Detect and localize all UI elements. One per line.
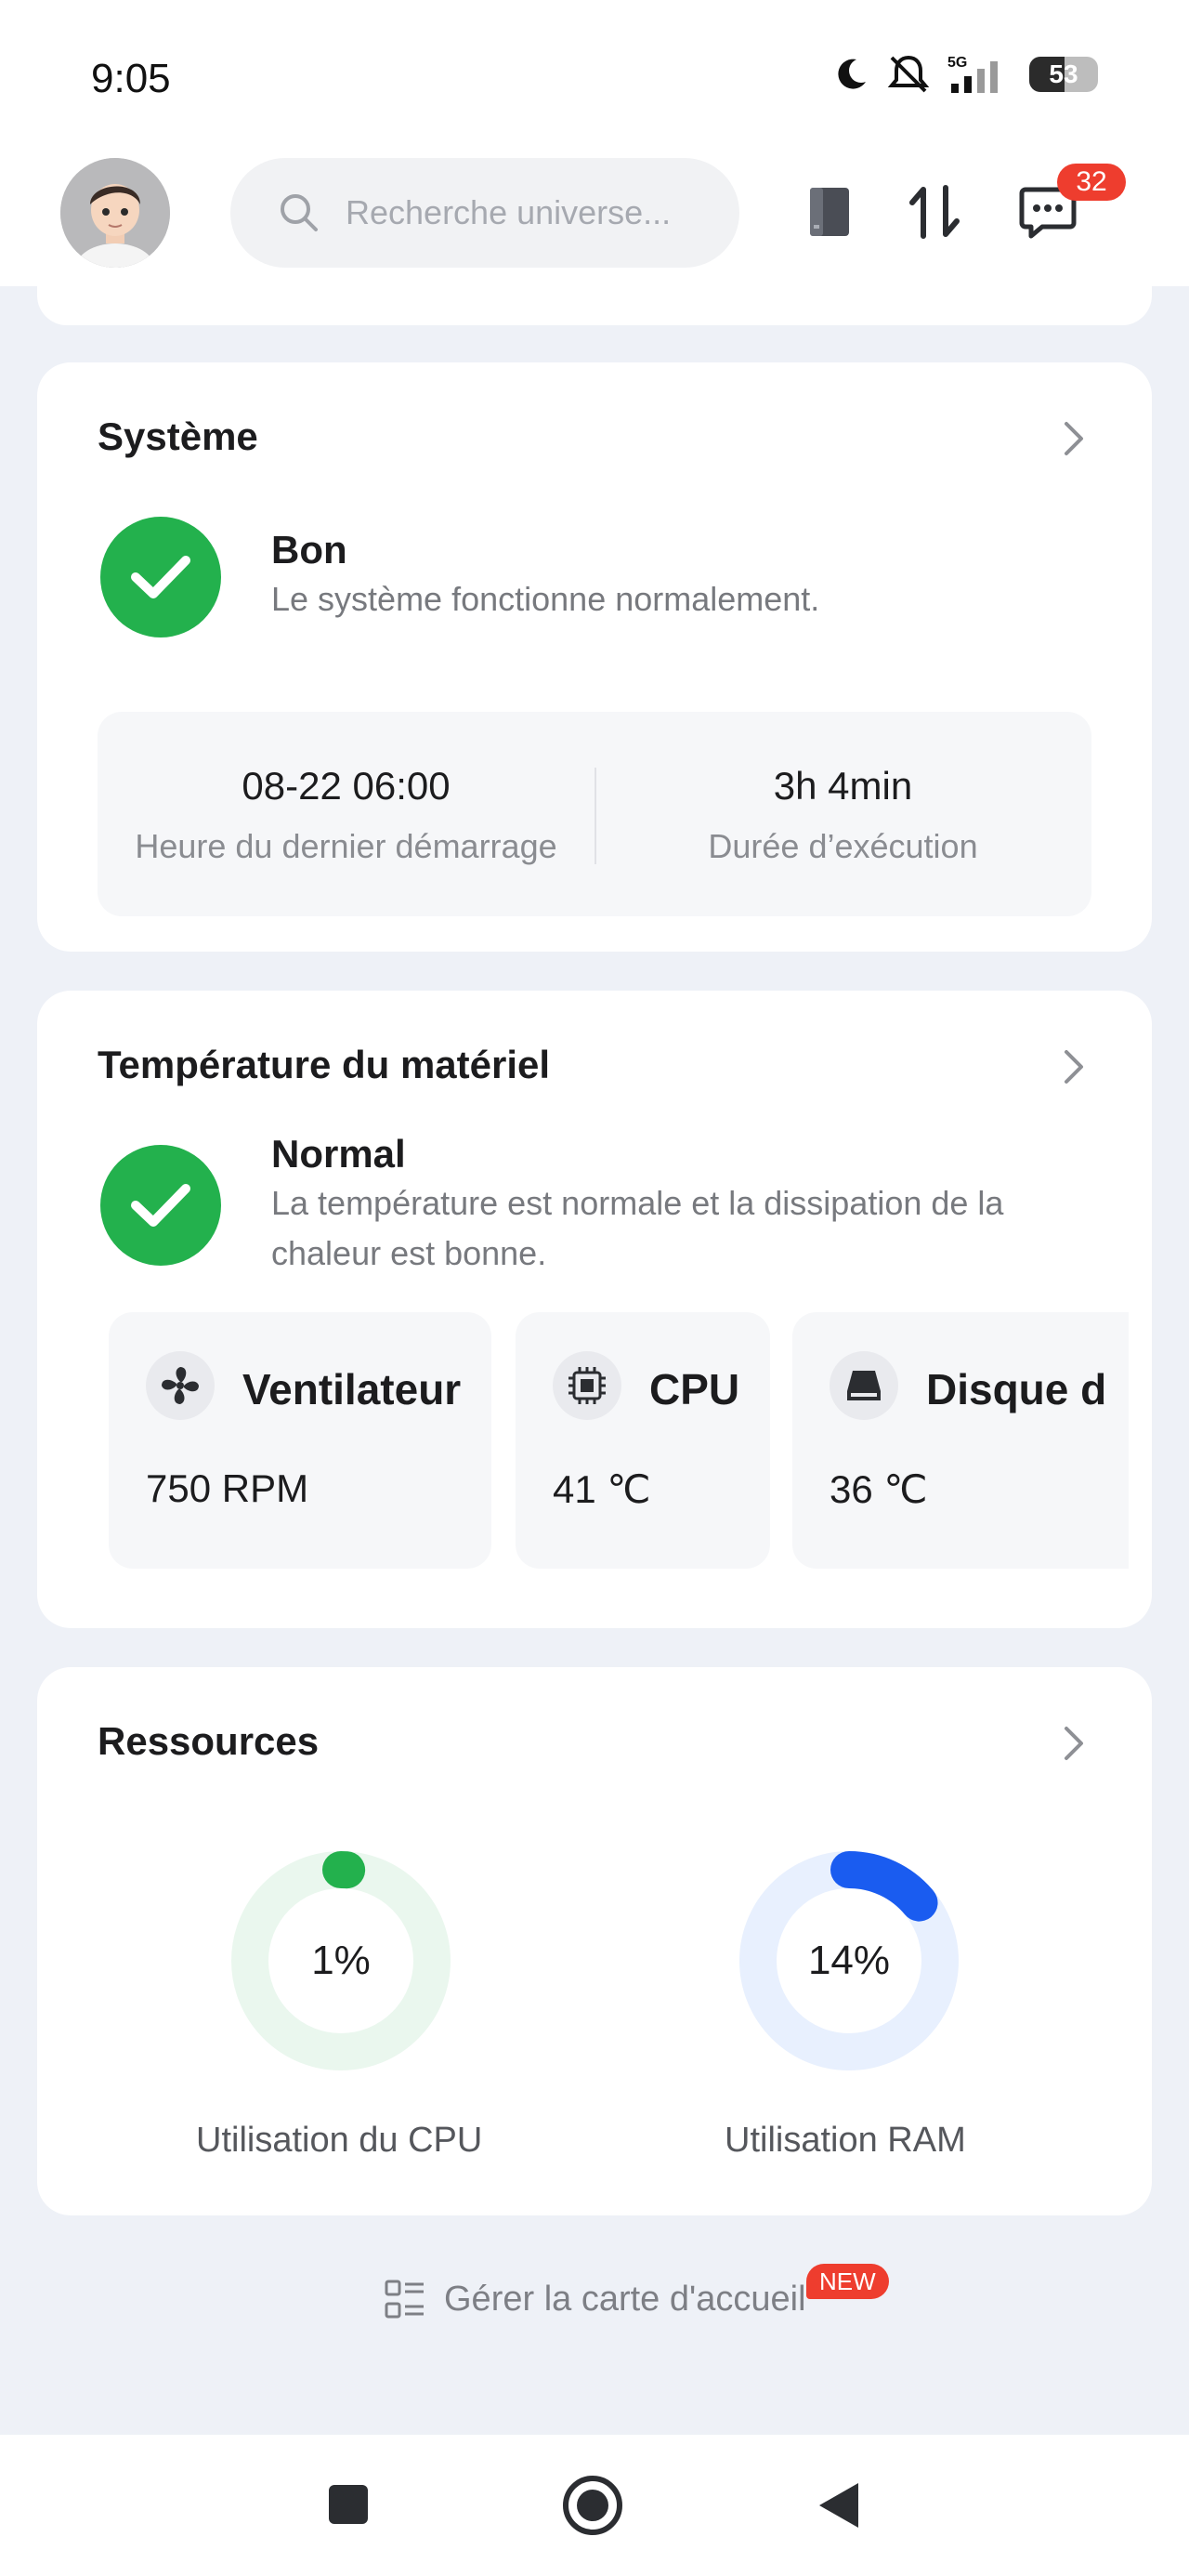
system-info-box: 08-22 06:00 Heure du dernier démarrage 3…	[98, 712, 1091, 916]
new-badge: NEW	[806, 2264, 889, 2299]
last-boot-value: 08-22 06:00	[242, 764, 451, 808]
cpu-tile[interactable]: CPU 41 ℃	[516, 1312, 770, 1569]
sensor-name: Ventilateur	[242, 1365, 462, 1413]
temperature-status-title: Normal	[271, 1132, 406, 1176]
cpu-usage-gauge: 1% Utilisation du CPU	[196, 1849, 482, 2165]
nas-device-icon[interactable]	[806, 182, 853, 242]
status-icons: 5G 53	[832, 54, 1098, 95]
avatar[interactable]	[60, 158, 170, 268]
ram-usage-label: Utilisation RAM	[725, 2121, 966, 2160]
cpu-usage-label: Utilisation du CPU	[196, 2121, 483, 2160]
fan-icon	[146, 1351, 215, 1420]
system-status-description: Le système fonctionne normalement.	[271, 580, 820, 618]
system-status-title: Bon	[271, 528, 347, 572]
system-navigation-bar	[0, 2435, 1189, 2576]
avatar-illustration	[60, 158, 170, 268]
last-boot-column: 08-22 06:00 Heure du dernier démarrage	[98, 712, 594, 916]
temperature-card-title: Température du matériel	[98, 1043, 551, 1086]
sensor-value: 41 ℃	[553, 1467, 651, 1511]
resources-card-title: Ressources	[98, 1719, 320, 1763]
list-grid-icon	[385, 2280, 424, 2319]
cpu-usage-value: 1%	[311, 1938, 371, 1983]
chevron-right-icon[interactable]	[1061, 418, 1087, 459]
signal-icon: 5G	[947, 55, 998, 93]
do-not-disturb-icon	[838, 59, 866, 89]
svg-text:5G: 5G	[947, 55, 967, 71]
muted-bell-icon	[887, 55, 930, 93]
uptime-label: Durée d’exécution	[708, 827, 978, 865]
battery-level: 53	[1049, 59, 1078, 88]
status-ok-icon	[100, 1145, 221, 1266]
sensor-name: CPU	[649, 1365, 740, 1413]
sensor-name: Disque d	[926, 1365, 1107, 1413]
chevron-right-icon[interactable]	[1061, 1046, 1087, 1087]
ram-usage-gauge: 14% Utilisation RAM	[725, 1849, 966, 2165]
system-card-title: Système	[98, 414, 258, 458]
fan-tile[interactable]: Ventilateur 750 RPM	[109, 1312, 491, 1569]
back-button[interactable]	[814, 2479, 862, 2531]
search-placeholder: Recherche universe...	[346, 193, 672, 231]
temperature-card[interactable]: Température du matériel Normal La tempér…	[37, 991, 1152, 1628]
manage-home-cards-label: Gérer la carte d'accueil	[444, 2279, 806, 2319]
disk-tile[interactable]: Disque d 36 ℃	[792, 1312, 1129, 1569]
last-boot-label: Heure du dernier démarrage	[135, 827, 557, 865]
manage-home-cards-link[interactable]: Gérer la carte d'accueil	[385, 2279, 806, 2320]
previous-card-edge	[37, 286, 1152, 325]
uptime-value: 3h 4min	[773, 764, 913, 808]
top-bar: 9:05 5G 53 Recherche universe... 32	[0, 0, 1189, 286]
recents-button[interactable]	[327, 2483, 370, 2526]
ram-usage-value: 14%	[807, 1938, 891, 1983]
cpu-chip-icon	[553, 1351, 621, 1420]
chevron-right-icon[interactable]	[1061, 1723, 1087, 1764]
resources-card[interactable]: Ressources 1% Utilisation du CPU 14% Uti…	[37, 1667, 1152, 2215]
disk-icon	[830, 1351, 898, 1420]
hardware-sensor-list[interactable]: Ventilateur 750 RPM CPU 41 ℃ Disque d 36…	[98, 1312, 1129, 1569]
messages-badge: 32	[1057, 164, 1126, 201]
battery-indicator: 53	[1029, 57, 1098, 92]
system-card[interactable]: Système Bon Le système fonctionne normal…	[37, 362, 1152, 952]
transfer-icon[interactable]	[908, 182, 960, 242]
search-bar[interactable]: Recherche universe...	[230, 158, 739, 268]
status-ok-icon	[100, 517, 221, 637]
uptime-column: 3h 4min Durée d’exécution	[594, 712, 1091, 916]
home-button[interactable]	[561, 2474, 624, 2537]
search-icon	[281, 194, 318, 231]
status-time: 9:05	[91, 56, 171, 101]
temperature-status-description: La température est normale et la dissipa…	[271, 1184, 1004, 1272]
sensor-value: 36 ℃	[830, 1467, 928, 1511]
sensor-value: 750 RPM	[146, 1466, 309, 1510]
